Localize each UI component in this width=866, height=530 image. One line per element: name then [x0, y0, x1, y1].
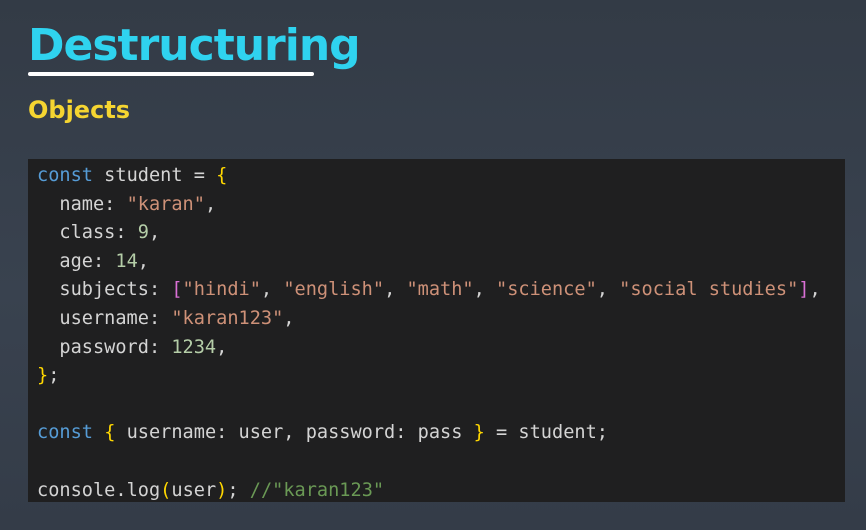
code-property: age: [37, 250, 93, 272]
code-line: const { username: user, password: pass }…: [37, 419, 845, 448]
code-property: subjects: [37, 279, 149, 301]
code-identifier: console: [37, 479, 116, 501]
code-identifier: user: [171, 479, 217, 501]
code-bracket: {: [216, 165, 228, 186]
code-punctuation: ,: [596, 279, 620, 301]
code-punctuation: ,: [204, 193, 217, 215]
code-punctuation: ,: [137, 250, 149, 272]
code-bracket: ): [216, 479, 228, 501]
title-underline: [28, 72, 314, 76]
code-line: name: "karan",: [37, 191, 845, 220]
code-punctuation: ;: [227, 479, 250, 501]
code-bracket: [: [171, 279, 183, 301]
code-punctuation: [93, 422, 104, 443]
code-punctuation: ,: [216, 336, 228, 358]
code-punctuation: ;: [48, 365, 60, 387]
code-bracket: ]: [798, 279, 810, 301]
code-punctuation: ,: [473, 279, 497, 301]
code-punctuation: :: [148, 307, 172, 329]
code-line: password: 1234,: [37, 334, 845, 363]
code-punctuation: =: [484, 422, 519, 444]
code-property: name: [37, 193, 105, 215]
code-punctuation: ;: [596, 422, 608, 444]
code-line: const student = {: [37, 162, 845, 191]
code-punctuation: ,: [283, 307, 295, 329]
code-keyword: const: [37, 165, 93, 186]
code-line: class: 9,: [37, 219, 845, 248]
code-identifier: username: user, password: pass: [115, 422, 474, 444]
code-punctuation: ,: [809, 279, 821, 301]
code-identifier: student: [518, 422, 597, 444]
code-line: username: "karan123",: [37, 305, 845, 334]
code-punctuation: :: [148, 336, 172, 358]
code-string: "hindi": [182, 279, 261, 301]
slide-subtitle: Objects: [28, 96, 131, 124]
code-bracket: {: [104, 422, 116, 444]
code-line: };: [37, 362, 845, 391]
code-bracket: (: [160, 479, 172, 501]
code-punctuation: ,: [260, 279, 284, 301]
code-line: age: 14,: [37, 248, 845, 277]
code-line: console.log(user); //"karan123": [37, 477, 845, 502]
code-identifier: student: [92, 165, 194, 186]
code-punctuation: ,: [148, 222, 161, 244]
code-string: "karan123": [171, 307, 284, 329]
code-string: "karan": [126, 193, 205, 215]
code-property: username: [37, 307, 149, 329]
code-number: 1234: [171, 336, 217, 358]
code-property: class: [37, 222, 116, 244]
code-string: "science": [496, 279, 597, 301]
code-punctuation: .: [115, 479, 127, 501]
code-punctuation: :: [92, 250, 116, 272]
code-punctuation: :: [104, 193, 127, 215]
code-bracket: }: [37, 365, 49, 387]
code-string: "math": [406, 279, 474, 301]
code-block: const student = { name: "karan", class: …: [28, 159, 845, 502]
code-string: "social studies": [619, 279, 799, 301]
code-function: log: [126, 479, 161, 501]
code-bracket: }: [473, 422, 485, 444]
code-punctuation: =: [193, 165, 217, 186]
code-number: 14: [115, 250, 138, 272]
code-keyword: const: [37, 422, 93, 444]
code-number: 9: [137, 222, 149, 244]
code-property: password: [37, 336, 149, 358]
code-line: subjects: ["hindi", "english", "math", "…: [37, 276, 845, 305]
slide-title: Destructuring: [28, 20, 361, 71]
code-punctuation: ,: [384, 279, 407, 301]
code-string: "english": [283, 279, 385, 301]
code-punctuation: :: [115, 222, 138, 244]
code-punctuation: :: [148, 279, 172, 301]
code-comment: //"karan123": [249, 479, 385, 501]
